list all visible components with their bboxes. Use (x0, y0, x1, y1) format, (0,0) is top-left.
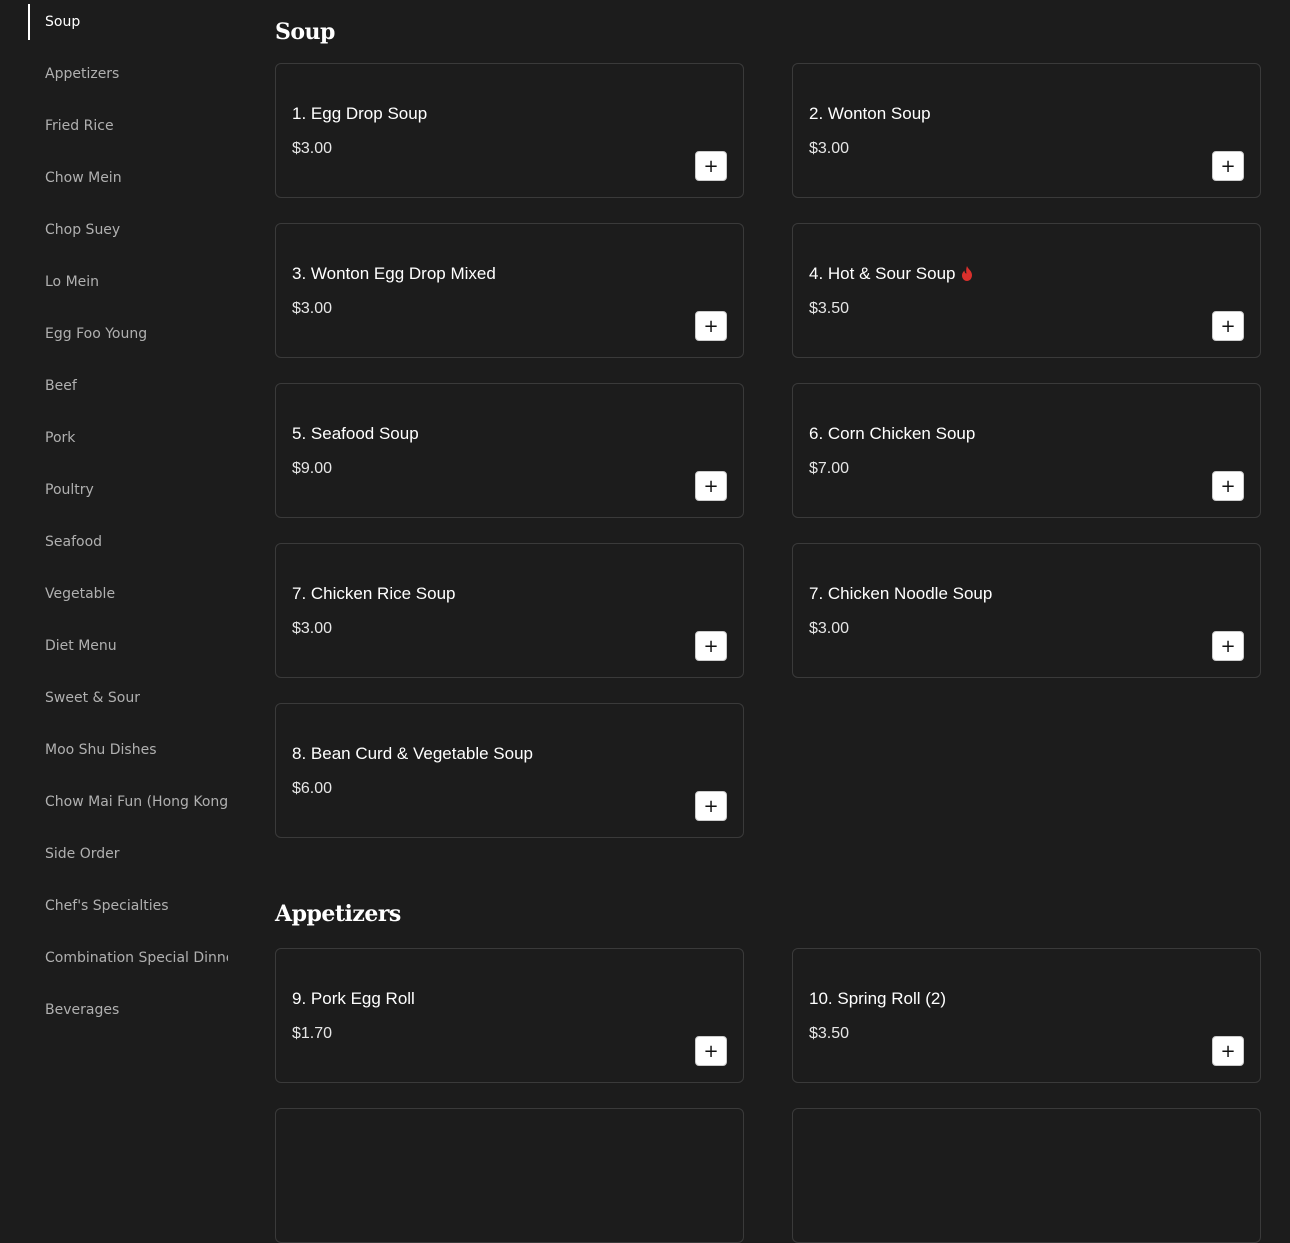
sidebar-item-fried-rice[interactable]: Fried Rice (28, 108, 228, 144)
menu-item-card[interactable]: 10. Spring Roll (2) $3.50 + (792, 948, 1261, 1083)
sidebar-item-egg-foo-young[interactable]: Egg Foo Young (28, 316, 228, 352)
sidebar-item-seafood[interactable]: Seafood (28, 524, 228, 560)
sidebar-item-poultry[interactable]: Poultry (28, 472, 228, 508)
sidebar-item-pork[interactable]: Pork (28, 420, 228, 456)
menu-item-name-text: 9. Pork Egg Roll (292, 989, 415, 1008)
menu-item-name-text: 4. Hot & Sour Soup (809, 264, 956, 283)
sidebar-item-appetizers[interactable]: Appetizers (28, 56, 228, 92)
menu-item-name-text: 8. Bean Curd & Vegetable Soup (292, 744, 534, 763)
menu-item-name: 3. Wonton Egg Drop Mixed (292, 264, 496, 284)
section-title-soup: Soup (275, 19, 335, 45)
sidebar-item-lo-mein[interactable]: Lo Mein (28, 264, 228, 300)
sidebar-item-chow-mein[interactable]: Chow Mein (28, 160, 228, 196)
spicy-flame-icon (962, 266, 973, 281)
add-to-cart-button[interactable]: + (695, 151, 727, 181)
add-to-cart-button[interactable]: + (1212, 631, 1244, 661)
menu-item-price: $3.00 (292, 620, 333, 637)
sidebar-item-beef[interactable]: Beef (28, 368, 228, 404)
sidebar-item-vegetable[interactable]: Vegetable (28, 576, 228, 612)
sidebar-item-chop-suey[interactable]: Chop Suey (28, 212, 228, 248)
menu-item-name-text: 2. Wonton Soup (809, 104, 931, 123)
add-to-cart-button[interactable]: + (1212, 471, 1244, 501)
menu-item-name: 10. Spring Roll (2) (809, 989, 946, 1009)
menu-item-card[interactable]: 7. Chicken Noodle Soup $3.00 + (792, 543, 1261, 678)
menu-item-card[interactable]: 2. Wonton Soup $3.00 + (792, 63, 1261, 198)
add-to-cart-button[interactable]: + (1212, 151, 1244, 181)
menu-item-price: $3.50 (809, 300, 850, 317)
menu-item-price: $3.00 (809, 620, 850, 637)
menu-content: Soup 1. Egg Drop Soup $3.00 +2. Wonton Sou… (275, 0, 1261, 1243)
sidebar-item-combination-special-dinne[interactable]: Combination Special Dinne (28, 940, 228, 976)
menu-item-price: $6.00 (292, 780, 333, 797)
menu-item-name: 7. Chicken Noodle Soup (809, 584, 992, 604)
menu-item-price: $3.00 (292, 300, 333, 317)
menu-item-card[interactable]: 9. Pork Egg Roll $1.70 + (275, 948, 744, 1083)
menu-item-price: $3.00 (292, 140, 333, 157)
sidebar-item-diet-menu[interactable]: Diet Menu (28, 628, 228, 664)
add-to-cart-button[interactable]: + (695, 631, 727, 661)
menu-item-name: 8. Bean Curd & Vegetable Soup (292, 744, 533, 764)
menu-item-name: 2. Wonton Soup (809, 104, 931, 124)
menu-item-card[interactable]: 3. Wonton Egg Drop Mixed $3.00 + (275, 223, 744, 358)
menu-item-name: 1. Egg Drop Soup (292, 104, 427, 124)
menu-item-name: 9. Pork Egg Roll (292, 989, 415, 1009)
sidebar-item-soup[interactable]: Soup (28, 4, 228, 40)
menu-item-name-text: 7. Chicken Rice Soup (292, 584, 456, 603)
sidebar-item-sweet-sour[interactable]: Sweet & Sour (28, 680, 228, 716)
menu-item-name: 6. Corn Chicken Soup (809, 424, 975, 444)
appetizers-grid: 9. Pork Egg Roll $1.70 +10. Spring Roll (2… (275, 948, 1261, 1243)
menu-item-card[interactable]: 4. Hot & Sour Soup $3.50 + (792, 223, 1261, 358)
sidebar-item-chow-mai-fun-hong-kong[interactable]: Chow Mai Fun (Hong Kong (28, 784, 228, 820)
menu-item-name-text: 10. Spring Roll (2) (809, 989, 947, 1008)
menu-item-card[interactable]: 7. Chicken Rice Soup $3.00 + (275, 543, 744, 678)
menu-item-price: $9.00 (292, 460, 333, 477)
soup-grid: 1. Egg Drop Soup $3.00 +2. Wonton Soup $3.0… (275, 63, 1261, 838)
menu-item-card[interactable]: 6. Corn Chicken Soup $7.00 + (792, 383, 1261, 518)
sidebar-item-beverages[interactable]: Beverages (28, 992, 228, 1028)
menu-item-name-text: 7. Chicken Noodle Soup (809, 584, 993, 603)
sidebar-item-moo-shu-dishes[interactable]: Moo Shu Dishes (28, 732, 228, 768)
menu-item-card[interactable]: 8. Bean Curd & Vegetable Soup $6.00 + (275, 703, 744, 838)
menu-item-name-text: 1. Egg Drop Soup (292, 104, 428, 123)
add-to-cart-button[interactable]: + (1212, 311, 1244, 341)
menu-item-name-text: 5. Seafood Soup (292, 424, 419, 443)
menu-item-name: 7. Chicken Rice Soup (292, 584, 455, 604)
add-to-cart-button[interactable]: + (695, 1036, 727, 1066)
menu-item-name-text: 3. Wonton Egg Drop Mixed (292, 264, 496, 283)
add-to-cart-button[interactable]: + (695, 471, 727, 501)
add-to-cart-button[interactable]: + (1212, 1036, 1244, 1066)
add-to-cart-button[interactable]: + (695, 311, 727, 341)
menu-item-name: 4. Hot & Sour Soup (809, 264, 973, 284)
sidebar-item-side-order[interactable]: Side Order (28, 836, 228, 872)
sidebar-item-chef-s-specialties[interactable]: Chef's Specialties (28, 888, 228, 924)
menu-item-card[interactable] (792, 1108, 1261, 1243)
add-to-cart-button[interactable]: + (695, 791, 727, 821)
menu-item-price: $7.00 (809, 460, 850, 477)
menu-item-price: $3.00 (809, 140, 850, 157)
category-sidebar: Soup Appetizers Fried Rice Chow Mein Chop Su… (28, 4, 228, 1044)
menu-item-card[interactable] (275, 1108, 744, 1243)
menu-item-card[interactable]: 1. Egg Drop Soup $3.00 + (275, 63, 744, 198)
menu-item-name: 5. Seafood Soup (292, 424, 419, 444)
menu-item-price: $1.70 (292, 1025, 333, 1042)
menu-item-card[interactable]: 5. Seafood Soup $9.00 + (275, 383, 744, 518)
menu-item-price: $3.50 (809, 1025, 850, 1042)
menu-item-name-text: 6. Corn Chicken Soup (809, 424, 976, 443)
section-title-appetizers: Appetizers (275, 901, 401, 927)
